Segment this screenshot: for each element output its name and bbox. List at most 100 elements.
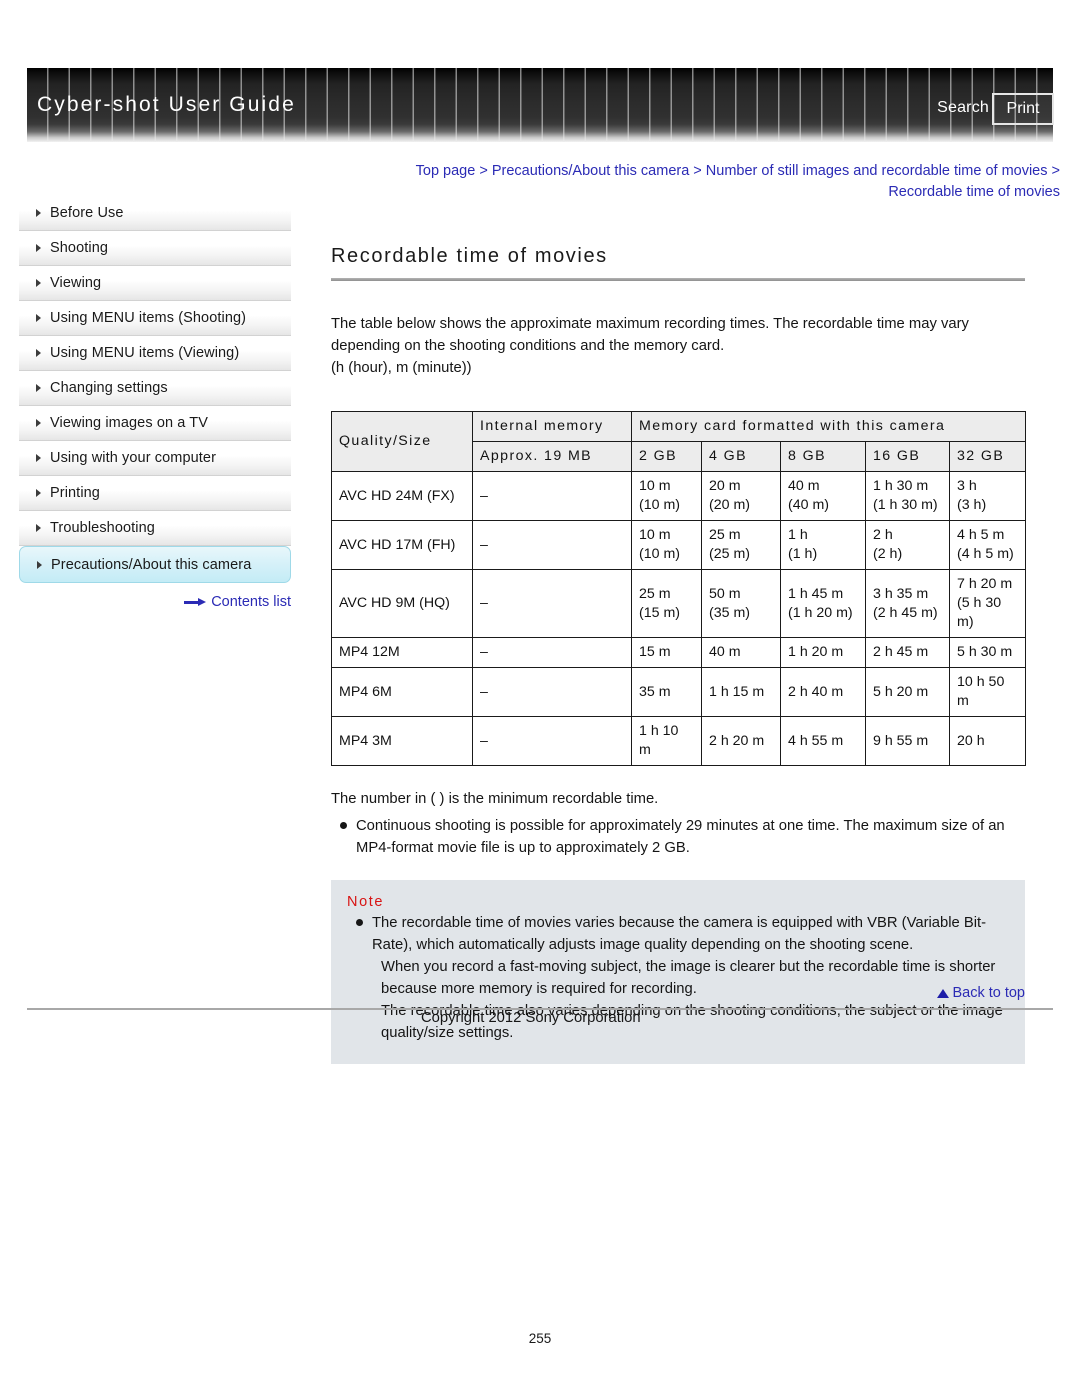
header-capacity: 16 GB <box>865 441 950 472</box>
note-box: Note The recordable time of movies varie… <box>331 880 1025 1064</box>
sidebar-item-viewing-images-on-a-tv[interactable]: Viewing images on a TV <box>19 406 291 441</box>
header-capacity: 32 GB <box>948 441 1027 472</box>
cell-internal-memory: – <box>472 520 632 570</box>
sidebar-item-label: Printing <box>50 485 100 501</box>
triangle-right-icon <box>36 489 41 497</box>
cell-quality: AVC HD 9M (HQ) <box>331 569 473 638</box>
copyright-text: Copyright 2012 Sony Corporation <box>421 1010 641 1026</box>
cell-capacity-value: 1 h 20 m <box>780 637 866 668</box>
triangle-right-icon <box>36 244 41 252</box>
bullet-dot-icon <box>340 822 347 829</box>
cell-capacity-value: 5 h 30 m <box>948 637 1027 668</box>
cell-capacity-value: 9 h 55 m <box>865 716 950 766</box>
cell-capacity-value: 3 h (3 h) <box>948 471 1027 521</box>
header-quality-size: Quality/Size <box>331 411 473 472</box>
cell-quality: MP4 6M <box>331 667 473 717</box>
cell-capacity-value: 1 h 30 m (1 h 30 m) <box>865 471 950 521</box>
triangle-right-icon <box>36 419 41 427</box>
cell-capacity-value: 2 h 40 m <box>780 667 866 717</box>
triangle-right-icon <box>36 209 41 217</box>
arrow-right-icon <box>184 597 207 607</box>
cell-capacity-value: 1 h 15 m <box>701 667 781 717</box>
recordable-time-table: Quality/Size Internal memory Memory card f… <box>331 411 1027 766</box>
app-title: Cyber-shot User Guide <box>37 93 296 116</box>
cell-capacity-value: 1 h 45 m (1 h 20 m) <box>780 569 866 638</box>
sidebar-item-label: Viewing <box>50 275 102 291</box>
sidebar-item-using-with-your-computer[interactable]: Using with your computer <box>19 441 291 476</box>
triangle-right-icon <box>36 279 41 287</box>
cell-internal-memory: – <box>472 716 632 766</box>
cell-capacity-value: 3 h 35 m (2 h 45 m) <box>865 569 950 638</box>
triangle-right-icon <box>36 384 41 392</box>
table-row: AVC HD 9M (HQ) –25 m (15 m) 50 m (35 m) 1 h… <box>331 569 1027 638</box>
sidebar-item-precautions-about-this-camera[interactable]: Precautions/About this camera <box>19 546 291 583</box>
note-heading: Note <box>347 894 385 910</box>
sidebar-item-viewing[interactable]: Viewing <box>19 266 291 301</box>
cell-internal-memory: – <box>472 471 632 521</box>
contents-list-label: Contents list <box>211 594 291 610</box>
cell-internal-memory: – <box>472 667 632 717</box>
cell-capacity-value: 40 m <box>701 637 781 668</box>
sidebar-item-using-menu-items-viewing[interactable]: Using MENU items (Viewing) <box>19 336 291 371</box>
triangle-right-icon <box>37 560 42 569</box>
triangle-right-icon <box>36 524 41 532</box>
cell-capacity-value: 35 m <box>631 667 702 717</box>
sidebar-item-label: Changing settings <box>50 380 168 396</box>
table-row: MP4 3M –1 h 10 m2 h 20 m4 h 55 m9 h 55 m2… <box>331 716 1027 766</box>
triangle-right-icon <box>36 349 41 357</box>
cell-capacity-value: 50 m (35 m) <box>701 569 781 638</box>
app-header: Cyber-shot User Guide <box>27 68 1053 142</box>
sidebar-item-printing[interactable]: Printing <box>19 476 291 511</box>
intro-line-1: The table below shows the approximate ma… <box>331 316 969 332</box>
cell-capacity-value: 25 m (15 m) <box>631 569 702 638</box>
triangle-right-icon <box>36 314 41 322</box>
cell-capacity-value: 4 h 55 m <box>780 716 866 766</box>
breadcrumb[interactable]: Top page > Precautions/About this camera… <box>400 161 1060 203</box>
cell-capacity-value: 10 h 50 m <box>948 667 1027 717</box>
header-memory-card: Memory card formatted with this camera <box>630 411 1027 442</box>
sidebar-item-troubleshooting[interactable]: Troubleshooting <box>19 511 291 546</box>
search-link[interactable]: Search <box>937 99 989 117</box>
title-divider <box>331 278 1025 281</box>
continuous-shooting-text: Continuous shooting is possible for appr… <box>356 818 1005 856</box>
cell-capacity-value: 15 m <box>631 637 702 668</box>
cell-quality: AVC HD 24M (FX) <box>331 471 473 521</box>
sidebar-item-label: Using MENU items (Shooting) <box>50 310 247 326</box>
cell-internal-memory: – <box>472 637 632 668</box>
header-capacity: 8 GB <box>780 441 866 472</box>
header-capacity: 2 GB <box>631 441 702 472</box>
sidebar-item-changing-settings[interactable]: Changing settings <box>19 371 291 406</box>
sidebar-item-label: Viewing images on a TV <box>50 415 209 431</box>
back-to-top-link[interactable]: Back to top <box>331 985 1025 1001</box>
back-to-top-label: Back to top <box>952 985 1025 1001</box>
cell-capacity-value: 2 h 45 m <box>865 637 950 668</box>
triangle-right-icon <box>36 454 41 462</box>
cell-capacity-value: 10 m (10 m) <box>631 520 702 570</box>
cell-capacity-value: 40 m (40 m) <box>780 471 866 521</box>
sidebar-item-using-menu-items-shooting[interactable]: Using MENU items (Shooting) <box>19 301 291 336</box>
cell-capacity-value: 7 h 20 m (5 h 30 m) <box>948 569 1027 638</box>
table-header: Quality/Size Internal memory Memory card f… <box>331 411 1027 472</box>
table-row: MP4 12M –15 m 40 m1 h 20 m2 h 45 m5 h 30 m <box>331 637 1027 668</box>
table-header-row-1: Quality/Size Internal memory Memory card f… <box>331 411 1027 472</box>
sidebar-item-before-use[interactable]: Before Use <box>19 196 291 231</box>
cell-capacity-value: 4 h 5 m (4 h 5 m) <box>948 520 1027 570</box>
table-row: AVC HD 17M (FH) –10 m (10 m) 25 m (25 m) 1 … <box>331 520 1027 570</box>
sidebar-item-shooting[interactable]: Shooting <box>19 231 291 266</box>
cell-capacity-value: 2 h (2 h) <box>865 520 950 570</box>
cell-capacity-value: 1 h 10 m <box>631 716 702 766</box>
table-body: AVC HD 24M (FX) –10 m (10 m) 20 m (20 m) 40… <box>331 471 1027 766</box>
print-button[interactable]: Print <box>992 93 1054 125</box>
cell-capacity-value: 10 m (10 m) <box>631 471 702 521</box>
cell-capacity-value: 1 h (1 h) <box>780 520 866 570</box>
bullet-dot-icon <box>356 919 363 926</box>
note-paragraph: The recordable time of movies varies bec… <box>372 915 987 953</box>
contents-list-link[interactable]: Contents list <box>19 594 291 610</box>
table-row: AVC HD 24M (FX) –10 m (10 m) 20 m (20 m) 40… <box>331 471 1027 521</box>
cell-capacity-value: 2 h 20 m <box>701 716 781 766</box>
page-title: Recordable time of movies <box>331 245 608 267</box>
continuous-shooting-bullet: Continuous shooting is possible for appr… <box>331 815 1025 859</box>
after-table-notes: The number in ( ) is the minimum recorda… <box>331 788 1025 859</box>
sidebar-item-label: Using with your computer <box>50 450 216 466</box>
header-capacity: Approx. 19 MB <box>472 441 632 472</box>
